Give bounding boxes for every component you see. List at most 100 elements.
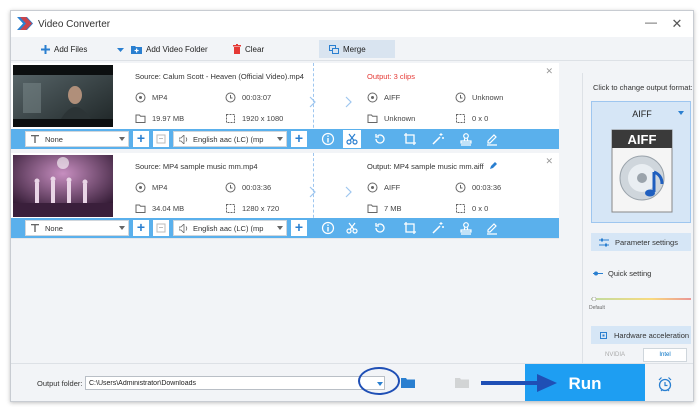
clock-icon [225, 92, 236, 103]
alarm-clock-icon[interactable] [657, 376, 673, 392]
remove-item-close-icon[interactable]: ✕ [545, 66, 553, 77]
resolution-icon [456, 204, 465, 213]
clear-button[interactable]: Clear [233, 42, 264, 56]
subtitle-select[interactable]: None [25, 131, 129, 147]
info-icon[interactable] [321, 132, 335, 146]
open-output-folder-icon[interactable] [455, 377, 469, 388]
add-subtitle-button[interactable]: + [133, 131, 149, 147]
annotation-arrow-icon [481, 374, 557, 392]
edit-output-name-pencil-icon[interactable] [489, 161, 498, 170]
chip-icon [600, 331, 607, 339]
parameter-settings-label: Parameter settings [615, 237, 678, 247]
add-video-folder-button[interactable]: Add Video Folder [131, 42, 208, 56]
speaker-icon [179, 134, 188, 144]
add-files-button[interactable]: Add Files [41, 42, 87, 56]
output-filename: Output: 3 clips [367, 72, 415, 81]
hardware-acceleration-label: Hardware acceleration [614, 330, 690, 340]
crop-icon[interactable] [403, 132, 417, 146]
quick-setting-label: Quick setting [608, 269, 652, 278]
output-size-value: Unknown [384, 114, 416, 123]
source-filename: Source: MP4 sample music mm.mp4 [135, 162, 258, 171]
rotate-icon[interactable] [373, 221, 387, 235]
subtitle-toggle-button[interactable] [153, 131, 169, 147]
subtitle-value: None [45, 134, 63, 144]
window-title: Video Converter [38, 19, 111, 30]
quick-setting: Quick setting [593, 269, 651, 278]
output-format: AIFF [367, 182, 400, 193]
add-audio-button[interactable]: + [291, 131, 307, 147]
text-icon [31, 135, 39, 143]
chevron-right-icon [309, 186, 316, 198]
folder-icon [135, 114, 146, 123]
output-duration-value: Unknown [472, 93, 504, 102]
output-folder-dropdown-icon[interactable] [377, 382, 383, 386]
watermark-stamp-icon[interactable] [459, 132, 473, 146]
clock-icon [455, 92, 466, 103]
file-list: Source: Calum Scott - Heaven (Official V… [11, 61, 571, 361]
source-resolution: 1920 x 1080 [225, 113, 283, 124]
slider-default-label: Default [589, 305, 605, 311]
add-audio-button[interactable]: + [291, 220, 307, 236]
format-icon [135, 92, 146, 103]
aiff-icon-label: AIFF [628, 132, 657, 147]
effects-wand-icon[interactable] [431, 221, 445, 235]
audio-track-select[interactable]: English aac (LC) (mp [173, 220, 287, 236]
add-files-dropdown-icon[interactable] [117, 48, 124, 52]
output-folder-input[interactable] [85, 376, 385, 390]
resolution-icon [456, 114, 465, 123]
remove-item-close-icon[interactable]: ✕ [545, 156, 553, 167]
edit-toolbar: None + English aac (LC) (mp + [11, 218, 559, 238]
crop-icon[interactable] [403, 221, 417, 235]
edit-subtitle-icon[interactable] [485, 132, 499, 146]
parameter-settings-button[interactable]: Parameter settings [591, 233, 691, 251]
folder-plus-icon [131, 45, 142, 54]
merge-button[interactable]: Merge [319, 40, 395, 58]
source-size-value: 19.97 MB [152, 114, 185, 123]
chevron-down-icon [119, 226, 125, 230]
subtitle-toggle-button[interactable] [153, 220, 169, 236]
edit-subtitle-icon[interactable] [485, 221, 499, 235]
watermark-stamp-icon[interactable] [459, 221, 473, 235]
video-thumbnail [13, 155, 113, 217]
source-format-value: MP4 [152, 93, 168, 102]
output-resolution: 0 x 0 [455, 113, 488, 124]
merge-inner: Merge [329, 42, 366, 56]
source-duration: 00:03:07 [225, 92, 271, 103]
info-icon[interactable] [321, 221, 335, 235]
output-duration-value: 00:03:36 [472, 183, 502, 192]
rotate-icon[interactable] [373, 132, 387, 146]
format-icon [367, 182, 378, 193]
output-size-value: 7 MB [384, 204, 402, 213]
nvidia-label: NVIDIA [604, 352, 625, 358]
source-size: 34.04 MB [135, 203, 184, 214]
hardware-acceleration-button[interactable]: Hardware acceleration [591, 326, 691, 344]
thumbnail-heaven-image [13, 65, 113, 127]
nvidia-toggle[interactable]: NVIDIA [593, 348, 637, 362]
resolution-icon [226, 114, 235, 123]
output-format-selector[interactable]: AIFF AIFF [591, 101, 691, 223]
effects-wand-icon[interactable] [431, 132, 445, 146]
source-size: 19.97 MB [135, 113, 184, 124]
quality-slider[interactable] [591, 297, 691, 301]
bottom-bar: Output folder: Run [11, 363, 693, 401]
scissors-icon[interactable] [345, 221, 359, 235]
subtitle-select[interactable]: None [25, 220, 129, 236]
add-subtitle-button[interactable]: + [133, 220, 149, 236]
intel-toggle[interactable]: Intel [643, 348, 687, 362]
chevron-right-icon [309, 96, 316, 108]
cut-button[interactable] [343, 130, 361, 148]
format-hint: Click to change output format: [593, 83, 693, 92]
resolution-icon [226, 204, 235, 213]
video-thumbnail [13, 65, 113, 127]
open-folder-icon[interactable] [401, 377, 415, 388]
folder-icon [367, 114, 378, 123]
app-window: Video Converter — ✕ Add Files Add Video … [10, 10, 694, 402]
close-button[interactable]: ✕ [667, 15, 687, 33]
output-format-value: AIFF [384, 183, 401, 192]
chevron-down-icon [678, 111, 684, 115]
audio-track-select[interactable]: English aac (LC) (mp [173, 131, 287, 147]
chevron-down-icon [277, 226, 283, 230]
minimize-button[interactable]: — [641, 15, 661, 33]
source-duration-value: 00:03:07 [242, 93, 272, 102]
format-icon [367, 92, 378, 103]
